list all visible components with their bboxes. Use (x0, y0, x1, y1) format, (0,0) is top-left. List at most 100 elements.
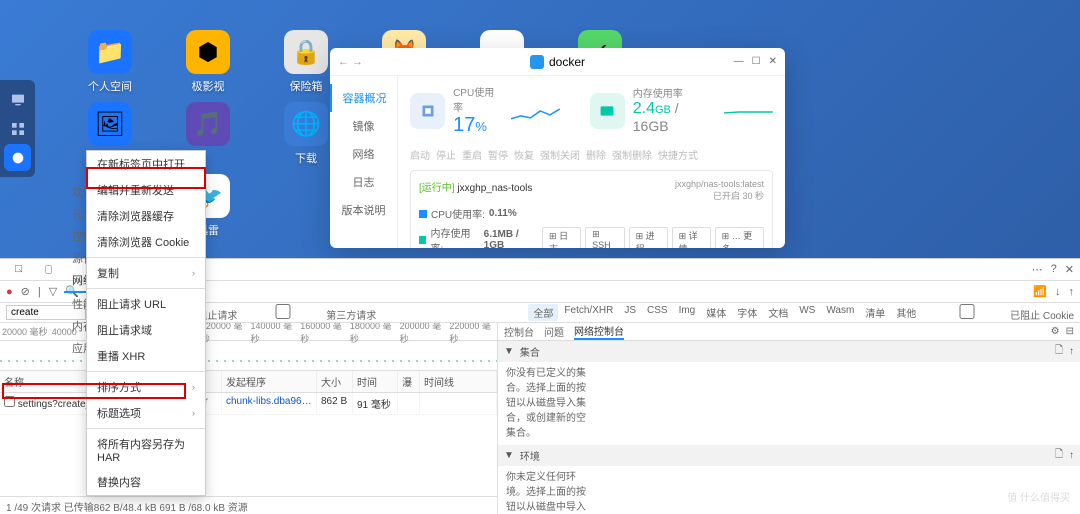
panel-close-icon[interactable]: ⊟ (1066, 326, 1074, 337)
filter-type[interactable]: Fetch/XHR (559, 304, 618, 321)
blocked-cookie-checkbox[interactable] (927, 304, 1007, 319)
docker-logo-icon (530, 55, 544, 69)
container-button[interactable]: ⊞ 日志 (542, 227, 581, 248)
icon-label: 保险箱 (290, 78, 323, 94)
right-panel-tabs: 控制台 问题 网络控制台 ⚙ ⊟ (498, 323, 1080, 341)
container-actions: 启动停止重启暂停恢复强制关闭删除强制删除快捷方式 (410, 147, 773, 162)
docker-titlebar: ← → docker — ☐ ✕ (330, 48, 785, 76)
context-menu-item[interactable]: 编辑并重新发送 (87, 177, 205, 203)
docker-sidebar-item[interactable]: 容器概况 (330, 84, 397, 112)
app-icon: 🎵 (186, 102, 230, 146)
network-request-row[interactable]: settings?create_container=true&endPoi… x… (0, 393, 497, 415)
row-checkbox[interactable] (4, 396, 15, 407)
context-menu-item[interactable]: 将所有内容另存为HAR (87, 431, 205, 469)
collections-header[interactable]: ▼ 集合 🗋 ↑ (498, 341, 1080, 362)
container-button[interactable]: ⊞ SSH (585, 227, 625, 248)
app-icon: 🔒 (284, 30, 328, 74)
watermark: 值 什么值得买 (1007, 489, 1070, 504)
container-action[interactable]: 强制删除 (612, 147, 652, 162)
nav-arrows[interactable]: ← → (338, 56, 363, 68)
context-menu-item[interactable]: 在新标签页中打开 (87, 151, 205, 177)
filter-type[interactable]: Wasm (821, 304, 859, 321)
maximize-button[interactable]: ☐ (752, 56, 761, 67)
docker-sidebar-item[interactable]: 版本说明 (330, 196, 397, 224)
help-icon[interactable]: ? (1051, 263, 1057, 276)
desktop-icon[interactable]: ⬢极影视 (163, 30, 253, 94)
filter-type[interactable]: CSS (642, 304, 673, 321)
container-cpu: 0.11% (489, 208, 517, 219)
container-uptime: 已开启 30 秒 (675, 189, 764, 202)
container-button[interactable]: ⊞ 详情 (672, 227, 711, 248)
tab-network-console[interactable]: 网络控制台 (574, 323, 624, 340)
dock-grid-icon[interactable] (4, 115, 31, 142)
record-icon[interactable]: ● (6, 286, 13, 298)
container-action[interactable]: 恢复 (514, 147, 534, 162)
container-action[interactable]: 暂停 (488, 147, 508, 162)
container-action[interactable]: 启动 (410, 147, 430, 162)
environments-header[interactable]: ▼ 环境 🗋 ↑ (498, 445, 1080, 466)
mem-value: 2.4 (633, 100, 655, 117)
context-menu-item[interactable]: 标题选项› (87, 400, 205, 426)
initiator-link[interactable]: chunk-libs.dba96… (222, 393, 317, 414)
context-menu-item[interactable]: 清除浏览器 Cookie (87, 229, 205, 255)
close-devtools-icon[interactable]: ✕ (1065, 263, 1074, 276)
docker-sidebar-item[interactable]: 网络 (330, 140, 397, 168)
device-icon[interactable] (35, 261, 62, 278)
filter-type[interactable]: 媒体 (701, 304, 731, 321)
new-collection-icon[interactable]: 🗋 (1055, 343, 1063, 360)
filter-toggle-icon[interactable]: ▽ (49, 285, 57, 298)
context-menu-item[interactable]: 阻止请求域 (87, 317, 205, 343)
more-icon[interactable]: ⋯ (1032, 263, 1043, 276)
filter-type[interactable]: JS (619, 304, 641, 321)
tab-issues[interactable]: 问题 (544, 324, 564, 339)
filter-type[interactable]: 全部 (528, 304, 558, 321)
dock (0, 80, 35, 177)
close-button[interactable]: ✕ (769, 56, 777, 67)
wifi-icon[interactable]: 📶 (1033, 285, 1047, 298)
docker-sidebar-item[interactable]: 日志 (330, 168, 397, 196)
app-icon: 🖼 (88, 102, 132, 146)
filter-type[interactable]: Img (674, 304, 701, 321)
filter-type[interactable]: 清单 (860, 304, 890, 321)
import-env-icon[interactable]: ↑ (1069, 450, 1074, 461)
new-env-icon[interactable]: 🗋 (1055, 447, 1063, 464)
clear-icon[interactable]: ⊘ (21, 285, 30, 298)
filter-type[interactable]: WS (794, 304, 820, 321)
container-tag: jxxghp/nas-tools:latest (675, 179, 764, 189)
container-action[interactable]: 停止 (436, 147, 456, 162)
upload-icon[interactable]: ↑ (1069, 286, 1075, 298)
tab-console[interactable]: 控制台 (504, 324, 534, 339)
filter-type[interactable]: 字体 (732, 304, 762, 321)
ram-chip-icon (590, 93, 625, 129)
import-collection-icon[interactable]: ↑ (1069, 346, 1074, 357)
desktop-icon[interactable]: 📁个人空间 (65, 30, 155, 94)
context-menu-item[interactable]: 重播 XHR (87, 343, 205, 369)
panel-settings-icon[interactable]: ⚙ (1051, 326, 1060, 337)
context-menu-item[interactable]: 清除浏览器缓存 (87, 203, 205, 229)
minimize-button[interactable]: — (734, 56, 744, 67)
context-menu-item[interactable]: 复制› (87, 260, 205, 286)
timeline-overview[interactable] (0, 341, 497, 371)
container-button[interactable]: ⊞ 进程 (629, 227, 668, 248)
download-icon[interactable]: ↓ (1055, 286, 1061, 298)
filter-type[interactable]: 其他 (891, 304, 921, 321)
inspect-icon[interactable] (6, 261, 33, 278)
filter-type[interactable]: 文档 (763, 304, 793, 321)
third-party-checkbox[interactable] (243, 304, 323, 319)
context-menu-item[interactable]: 排序方式› (87, 374, 205, 400)
dock-monitor-icon[interactable] (4, 86, 31, 113)
cpu-dot-icon (419, 210, 427, 218)
container-status: [运行中] (419, 183, 455, 194)
container-button[interactable]: ⊞ … 更多 (715, 227, 764, 248)
context-menu-item[interactable]: 阻止请求 URL (87, 291, 205, 317)
container-action[interactable]: 删除 (586, 147, 606, 162)
container-action[interactable]: 重启 (462, 147, 482, 162)
container-action[interactable]: 强制关闭 (540, 147, 580, 162)
docker-sidebar: 容器概况镜像网络日志版本说明 (330, 76, 398, 248)
docker-sidebar-item[interactable]: 镜像 (330, 112, 397, 140)
context-menu-item[interactable]: 替换内容 (87, 469, 205, 495)
container-action[interactable]: 快捷方式 (658, 147, 698, 162)
app-icon: 🌐 (284, 102, 328, 146)
dock-app-icon[interactable] (4, 144, 31, 171)
context-menu: 在新标签页中打开编辑并重新发送清除浏览器缓存清除浏览器 Cookie 复制› 阻止请… (86, 150, 206, 496)
